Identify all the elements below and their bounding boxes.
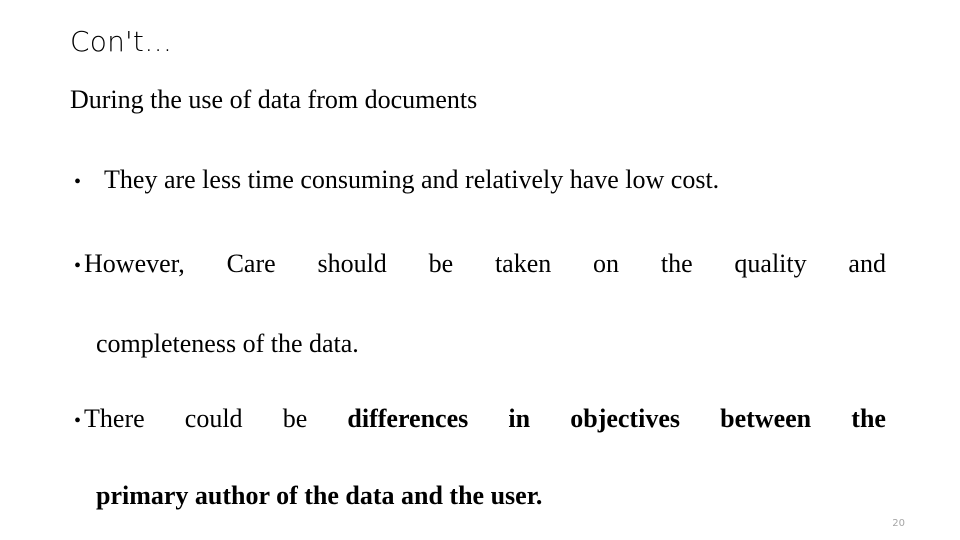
lead-line: During the use of data from documents	[70, 85, 478, 114]
word-emphasis: in	[508, 404, 531, 433]
bullet-dot-icon: • There	[74, 403, 145, 437]
bullet-2-line-2: completeness of the data.	[96, 329, 359, 359]
word-emphasis: differences	[347, 404, 469, 433]
word: Care	[226, 249, 276, 278]
bullet-dot-icon: • However,	[74, 248, 185, 282]
bullet-text-1: They are less time consuming and relativ…	[104, 165, 720, 194]
page-number: 20	[892, 518, 905, 529]
bullet-item-2: • However, Care should be taken on the qu…	[74, 248, 886, 360]
word: be	[428, 249, 454, 278]
bullet-glyph: •	[74, 255, 82, 278]
bullet-2-line-1: • However, Care should be taken on the qu…	[74, 248, 886, 282]
word-emphasis: the	[851, 404, 886, 433]
word: However,	[84, 249, 185, 278]
bullet-item-3: • There could be differences in objective…	[74, 403, 886, 512]
slide-canvas: Con't… During the use of data from docum…	[0, 0, 960, 540]
word: should	[317, 249, 387, 278]
page-title: Con't…	[70, 25, 173, 58]
bullet-3-line-1: • There could be differences in objective…	[74, 403, 886, 437]
word: taken	[494, 249, 552, 278]
slide-body: During the use of data from documents • T…	[70, 84, 886, 510]
word-emphasis: between	[720, 404, 812, 433]
word: be	[282, 404, 308, 433]
word: on	[593, 249, 620, 278]
bullet-item-1: • They are less time consuming and relati…	[74, 164, 882, 198]
word: the	[660, 249, 693, 278]
bullet-3-line-2: primary author of the data and the user.	[96, 481, 543, 511]
word: quality	[734, 249, 807, 278]
word: could	[184, 404, 243, 433]
word: and	[848, 249, 886, 278]
word-emphasis: objectives	[570, 404, 680, 433]
word: There	[84, 404, 145, 433]
bullet-glyph: •	[74, 410, 82, 433]
bullet-dot-icon: •	[74, 171, 82, 194]
